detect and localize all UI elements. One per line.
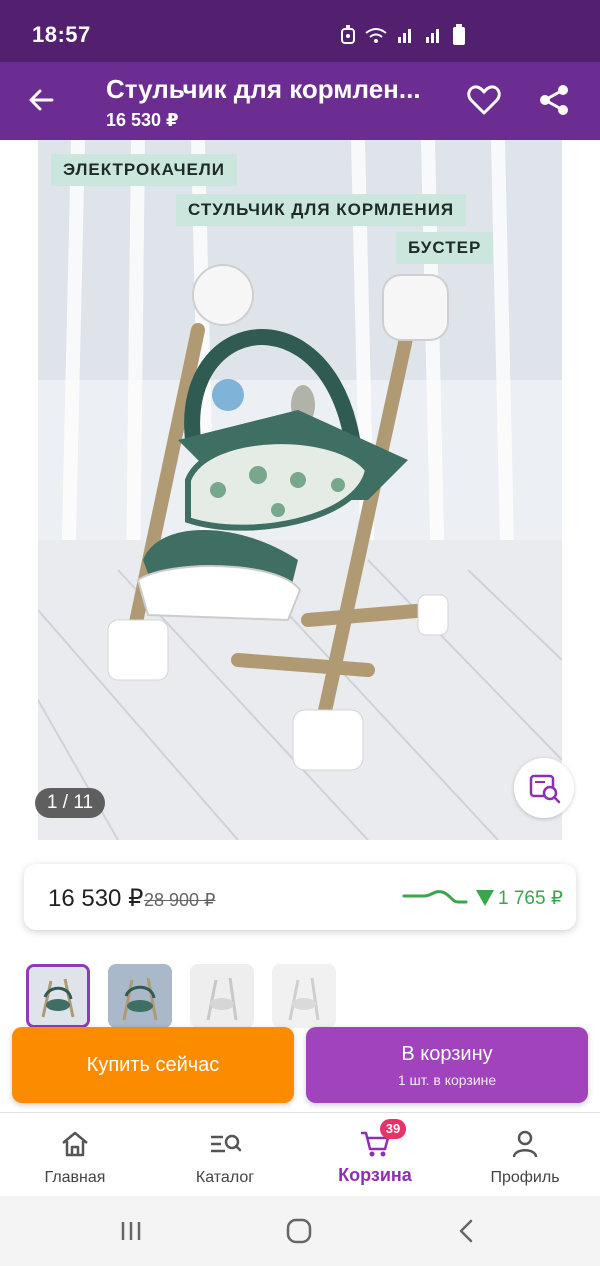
image-counter: 1 / 11	[35, 788, 105, 818]
buy-now-button[interactable]: Купить сейчас	[12, 1027, 294, 1103]
bottom-navigation: Главная Каталог Корзина Профиль	[0, 1112, 600, 1196]
wifi-icon	[365, 28, 387, 43]
app-bar: Стульчик для кормлен... 16 530 ₽	[0, 62, 600, 140]
price-trend-icon[interactable]	[402, 884, 468, 908]
thumbnail-2[interactable]	[108, 964, 172, 1028]
nav-profile-label: Профиль	[490, 1169, 560, 1186]
share-icon[interactable]	[536, 82, 572, 118]
price-card: 16 530 ₽ 28 900 ₽ 1 765 ₽	[24, 864, 576, 930]
nav-home-label: Главная	[44, 1169, 106, 1186]
recent-apps-icon[interactable]	[116, 1216, 146, 1246]
thumbnail-3[interactable]	[190, 964, 254, 1028]
nav-catalog[interactable]: Каталог	[150, 1113, 300, 1197]
thumbnail-strip	[26, 964, 586, 1028]
product-title: Стульчик для кормлен...	[106, 74, 421, 104]
cart-count-badge: 39	[380, 1119, 406, 1139]
product-image[interactable]: ЭЛЕКТРОКАЧЕЛИ СТУЛЬЧИК ДЛЯ КОРМЛЕНИЯ БУС…	[38, 140, 562, 840]
nav-cart[interactable]: Корзина	[300, 1113, 450, 1197]
header-price: 16 530 ₽	[106, 110, 179, 130]
feature-tag-highchair: СТУЛЬЧИК ДЛЯ КОРМЛЕНИЯ	[176, 194, 467, 226]
signal-icon	[398, 29, 411, 43]
back-arrow-icon[interactable]	[22, 80, 62, 120]
price-drop-amount: 1 765 ₽	[498, 888, 563, 909]
old-price: 28 900 ₽	[144, 890, 216, 910]
add-to-cart-label: В корзину	[401, 1043, 493, 1065]
signal-icon	[426, 29, 439, 43]
image-search-button[interactable]	[514, 758, 574, 818]
feature-tag-swing: ЭЛЕКТРОКАЧЕЛИ	[51, 154, 238, 186]
home-button-icon[interactable]	[284, 1216, 314, 1246]
thumbnail-4[interactable]	[272, 964, 336, 1028]
heart-icon[interactable]	[466, 82, 502, 118]
nav-profile[interactable]: Профиль	[450, 1113, 600, 1197]
home-icon	[62, 1131, 88, 1157]
back-button-icon[interactable]	[452, 1216, 482, 1246]
add-to-cart-button[interactable]: В корзину 1 шт. в корзине	[306, 1027, 588, 1103]
nav-cart-label: Корзина	[338, 1165, 412, 1185]
nav-home[interactable]: Главная	[0, 1113, 150, 1197]
current-price: 16 530 ₽	[48, 885, 144, 912]
in-cart-note: 1 шт. в корзине	[397, 1072, 497, 1088]
catalog-search-icon	[211, 1134, 242, 1153]
thumbnail-1[interactable]	[26, 964, 90, 1028]
clock: 18:57	[32, 22, 91, 47]
feature-tag-booster: БУСТЕР	[396, 232, 494, 264]
profile-icon	[512, 1130, 538, 1158]
image-search-icon	[529, 774, 561, 804]
system-navigation-bar	[0, 1196, 600, 1266]
status-bar: 18:57	[0, 0, 600, 62]
battery-icon	[453, 24, 465, 45]
alarm-icon	[341, 25, 355, 44]
price-down-arrow-icon	[476, 890, 494, 906]
nav-catalog-label: Каталог	[195, 1169, 255, 1186]
system-icons	[340, 24, 466, 46]
